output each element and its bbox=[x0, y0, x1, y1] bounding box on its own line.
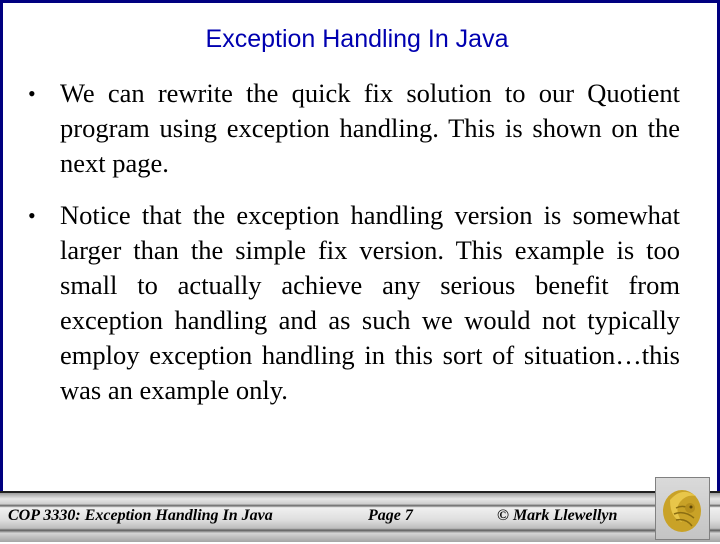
footer-page-number: Page 7 bbox=[368, 507, 413, 524]
pegasus-logo-icon bbox=[663, 490, 701, 532]
bullet-text: We can rewrite the quick fix solution to… bbox=[60, 78, 680, 178]
bullet-icon: • bbox=[28, 81, 36, 106]
slide-title: Exception Handling In Java bbox=[205, 25, 509, 53]
bullet-icon: • bbox=[28, 203, 36, 228]
bullet-list: • We can rewrite the quick fix solution … bbox=[28, 76, 680, 425]
logo-box bbox=[655, 477, 710, 540]
bullet-item: • We can rewrite the quick fix solution … bbox=[28, 76, 680, 181]
footer-author: © Mark Llewellyn bbox=[497, 507, 618, 524]
footer-course: COP 3330: Exception Handling In Java bbox=[8, 507, 273, 524]
bullet-item: • Notice that the exception handling ver… bbox=[28, 198, 680, 408]
bullet-text: Notice that the exception handling versi… bbox=[60, 200, 680, 405]
